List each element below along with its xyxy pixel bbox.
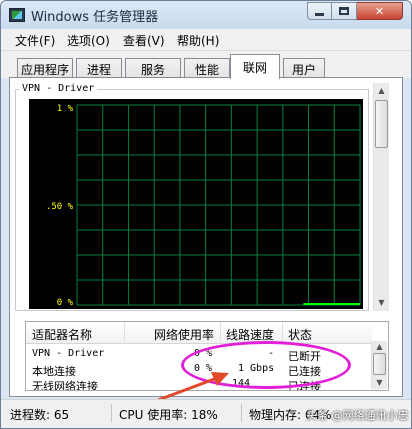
scroll-down-icon[interactable]: ▼ (374, 295, 389, 311)
minimize-icon (315, 12, 324, 16)
tab-users[interactable]: 用户 (283, 58, 325, 78)
minimize-button[interactable] (307, 2, 332, 20)
scroll-down-icon[interactable]: ▼ (372, 377, 387, 389)
status-divider (241, 404, 242, 422)
column-network-usage[interactable]: 网络使用率 (154, 326, 214, 343)
tab-performance[interactable]: 性能 (184, 58, 230, 78)
task-manager-icon (9, 8, 25, 22)
y-tick-label: 1 % (57, 104, 74, 114)
scroll-thumb[interactable] (375, 100, 388, 148)
scroll-thumb[interactable] (373, 353, 386, 375)
watermark: 头条 @网络通讯小忠 (306, 409, 409, 422)
network-usage-chart: 1 % .50 % 0 % (46, 104, 361, 308)
adapter-name: 本地连接 (32, 365, 76, 378)
cpu-usage: CPU 使用率: 18% (119, 408, 218, 422)
chart-scrollbar[interactable]: ▲ ▼ (373, 83, 389, 311)
chart-title: VPN - Driver (19, 83, 98, 94)
menu-bar: 文件(F) 选项(O) 查看(V) 帮助(H) (1, 29, 411, 51)
tab-processes[interactable]: 进程 (76, 58, 122, 78)
maximize-icon (339, 7, 349, 15)
column-divider (220, 322, 221, 344)
task-manager-window: Windows 任务管理器 ✕ 文件(F) 选项(O) 查看(V) 帮助(H) … (0, 0, 412, 429)
process-count: 进程数: 65 (10, 408, 70, 422)
table-scrollbar[interactable]: ▲ ▼ (371, 341, 387, 389)
window-title: Windows 任务管理器 (31, 10, 159, 25)
scroll-up-icon[interactable]: ▲ (374, 83, 389, 99)
menu-help[interactable]: 帮助(H) (177, 32, 219, 49)
menu-options[interactable]: 选项(O) (67, 32, 110, 49)
adapter-name: 无线网络连接 (32, 380, 98, 391)
maximize-button[interactable] (332, 2, 357, 20)
y-tick-label: .50 % (46, 202, 74, 212)
tab-networking[interactable]: 联网 (230, 54, 280, 79)
table-header: 适配器名称 网络使用率 线路速度 状态 (26, 322, 372, 344)
column-state[interactable]: 状态 (288, 326, 312, 343)
tab-services[interactable]: 服务 (125, 58, 181, 78)
adapter-name: VPN - Driver (32, 348, 105, 359)
scroll-up-icon[interactable]: ▲ (372, 341, 387, 353)
menu-file[interactable]: 文件(F) (15, 32, 55, 49)
menu-view[interactable]: 查看(V) (123, 32, 165, 49)
tab-strip: 应用程序 进程 服务 性能 联网 用户 (1, 51, 411, 79)
column-adapter-name[interactable]: 适配器名称 (32, 326, 92, 343)
title-bar[interactable]: Windows 任务管理器 ✕ (1, 1, 411, 29)
column-divider (124, 322, 125, 344)
status-divider (111, 404, 112, 422)
close-button[interactable]: ✕ (357, 2, 403, 20)
tab-applications[interactable]: 应用程序 (17, 58, 73, 78)
close-icon: ✕ (374, 4, 385, 18)
y-tick-label: 0 % (57, 298, 74, 308)
